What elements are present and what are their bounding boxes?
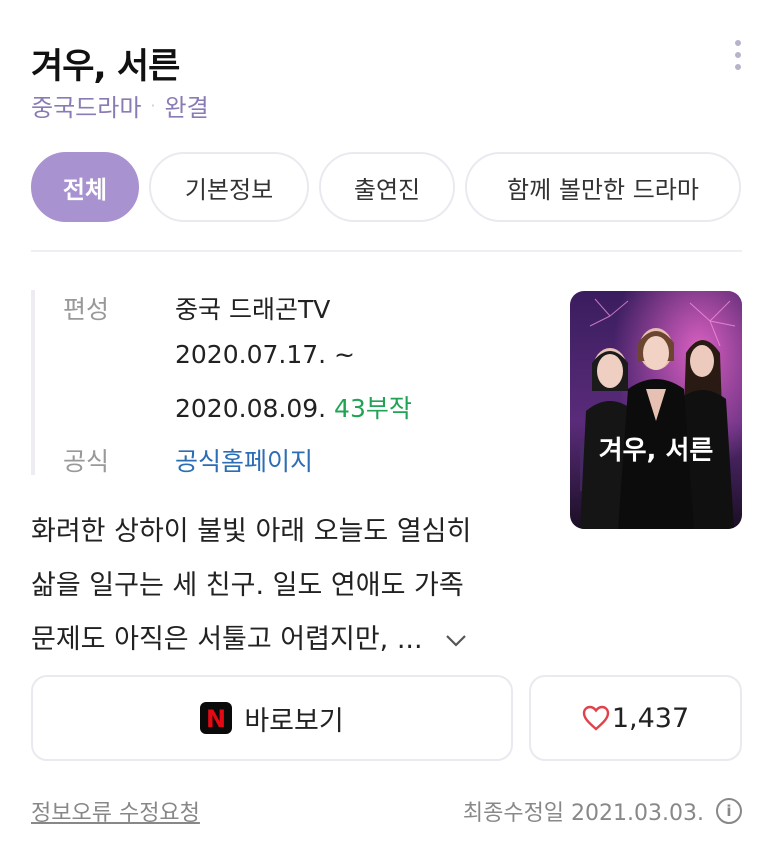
info-icon[interactable]: i — [716, 798, 742, 824]
last-updated: 최종수정일 2021.03.03. i — [463, 795, 742, 827]
episode-count: 43부작 — [334, 394, 412, 423]
more-options-icon[interactable] — [726, 40, 750, 70]
broadcast-label: 편성 — [63, 295, 110, 324]
watch-now-label: 바로보기 — [244, 705, 344, 737]
tab-bar: 전체 기본정보 출연진 함께 볼만한 드라마 — [31, 152, 741, 222]
like-count: 1,437 — [611, 702, 690, 734]
chevron-down-icon[interactable] — [445, 615, 467, 669]
netflix-logo: N — [200, 702, 233, 734]
info-block: 편성 중국 드래곤TV 2020.07.17. ~ 2020.08.09. 43… — [31, 290, 551, 478]
poster-title: 겨우, 서른 — [599, 436, 714, 466]
heart-icon — [582, 705, 610, 731]
genre-label: 중국드라마 — [31, 94, 142, 122]
divider — [31, 250, 742, 252]
synopsis-line-1: 화려한 상하이 불빛 아래 오늘도 열심히 — [31, 516, 472, 547]
air-date-end: 2020.08.09. — [175, 394, 327, 423]
tab-similar-dramas[interactable]: 함께 볼만한 드라마 — [465, 152, 741, 222]
official-label: 공식 — [63, 447, 110, 476]
tab-cast[interactable]: 출연진 — [319, 152, 455, 222]
watch-now-button[interactable]: N 바로보기 — [31, 675, 513, 761]
status-label: 완결 — [164, 94, 209, 122]
tab-all[interactable]: 전체 — [31, 152, 139, 222]
broadcast-value: 중국 드래곤TV — [175, 295, 331, 324]
svg-text:N: N — [208, 706, 224, 730]
synopsis[interactable]: 화려한 상하이 불빛 아래 오늘도 열심히 삶을 일구는 세 친구. 일도 연애… — [31, 505, 551, 669]
broadcast-row: 편성 중국 드래곤TV — [63, 290, 330, 326]
synopsis-line-3-wrapper: 문제도 아직은 서툴고 어렵지만, ... — [31, 613, 551, 669]
poster-image: 겨우, 서른 — [570, 291, 742, 529]
separator-dot: · — [150, 96, 156, 115]
official-row: 공식 공식홈페이지 — [63, 442, 313, 478]
page-title: 겨우, 서른 — [31, 47, 180, 87]
air-dates-start: 2020.07.17. ~ — [175, 340, 355, 369]
like-button[interactable]: 1,437 — [529, 675, 742, 761]
report-error-link[interactable]: 정보오류 수정요청 — [31, 795, 200, 827]
synopsis-line-2: 삶을 일구는 세 친구. 일도 연애도 가족 — [31, 570, 464, 601]
synopsis-line-3: 문제도 아직은 서툴고 어렵지만, ... — [31, 624, 423, 655]
drama-poster[interactable]: 겨우, 서른 — [570, 291, 742, 529]
official-homepage-link[interactable]: 공식홈페이지 — [175, 442, 313, 478]
subtitle: 중국드라마 · 완결 — [31, 88, 209, 123]
last-updated-text: 최종수정일 2021.03.03. — [462, 801, 704, 826]
tab-basic-info[interactable]: 기본정보 — [149, 152, 309, 222]
air-dates-end: 2020.08.09. 43부작 — [175, 389, 412, 425]
